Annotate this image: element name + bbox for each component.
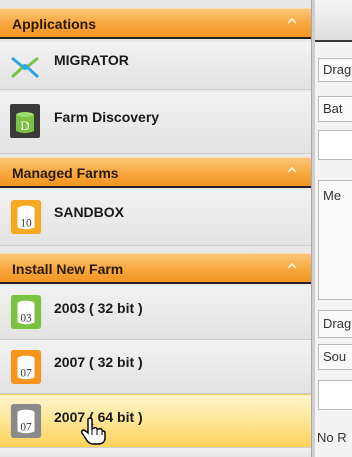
section-header-applications[interactable]: Applications: [0, 8, 311, 39]
collapse-chevron-icon[interactable]: [287, 262, 297, 270]
section-title: Managed Farms: [12, 165, 119, 181]
drag-label: Drag: [323, 62, 352, 77]
database-07-gray-icon: 07: [10, 404, 42, 438]
collapse-chevron-icon[interactable]: [287, 17, 297, 25]
sidebar-item-farm-discovery[interactable]: D Farm Discovery: [0, 92, 311, 154]
migrator-icon: [10, 56, 40, 79]
messages-label: Me: [323, 188, 342, 203]
database-07-orange-icon: 07: [10, 350, 42, 384]
database-icon-text: 07: [20, 421, 32, 433]
sandbox-database-icon: 10: [10, 200, 42, 234]
sidebar-item-next[interactable]: [0, 448, 311, 457]
source-field[interactable]: Sou: [318, 344, 352, 370]
right-pane: Drag Bat Me Drag Sou No R: [315, 0, 352, 457]
sidebar-item-2007-32bit[interactable]: 07 2007 ( 32 bit ): [0, 340, 311, 394]
farm-discovery-icon: D: [10, 104, 40, 138]
drag-label: Drag: [323, 316, 352, 331]
section-header-managed-farms[interactable]: Managed Farms: [0, 157, 311, 188]
batch-field[interactable]: Bat: [318, 96, 352, 122]
sidebar-item-label: 2007 ( 32 bit ): [54, 354, 143, 370]
farm-discovery-icon-letter: D: [20, 118, 29, 133]
sidebar-item-label: SANDBOX: [54, 204, 125, 220]
sidebar-item-label: MIGRATOR: [54, 52, 129, 68]
navigation-accordion: Applications MIGRATOR D Farm Discovery M…: [0, 0, 311, 457]
section-title: Applications: [12, 16, 97, 32]
batch-label: Bat: [323, 101, 343, 116]
source-label: Sou: [323, 349, 347, 364]
sidebar-item-sandbox[interactable]: 10 SANDBOX: [0, 190, 311, 246]
collapse-chevron-icon[interactable]: [287, 166, 297, 174]
sidebar-item-label: 2003 ( 32 bit ): [54, 300, 143, 316]
database-icon-text: 03: [20, 312, 32, 324]
hand-pointer-cursor-icon: [80, 417, 106, 445]
drag-drop-area-bottom[interactable]: Drag: [318, 310, 352, 338]
sidebar-item-label: Farm Discovery: [54, 109, 160, 125]
drag-drop-area-top[interactable]: Drag: [318, 58, 352, 82]
sidebar-item-2007-64bit[interactable]: 07 2007 ( 64 bit ): [0, 394, 311, 448]
source-input[interactable]: [318, 380, 352, 410]
batch-input[interactable]: [318, 130, 352, 160]
sidebar-item-migrator[interactable]: MIGRATOR: [0, 42, 311, 90]
database-03-icon: 03: [10, 295, 42, 329]
database-icon-text: 07: [20, 367, 32, 379]
sandbox-icon-text: 10: [20, 217, 32, 229]
no-results-text: No R: [317, 430, 347, 445]
messages-area: Me: [318, 180, 352, 300]
section-title: Install New Farm: [12, 261, 124, 277]
section-header-install-new-farm[interactable]: Install New Farm: [0, 253, 311, 284]
right-pane-toolbar: [315, 0, 352, 42]
sidebar-item-2003-32bit[interactable]: 03 2003 ( 32 bit ): [0, 286, 311, 340]
